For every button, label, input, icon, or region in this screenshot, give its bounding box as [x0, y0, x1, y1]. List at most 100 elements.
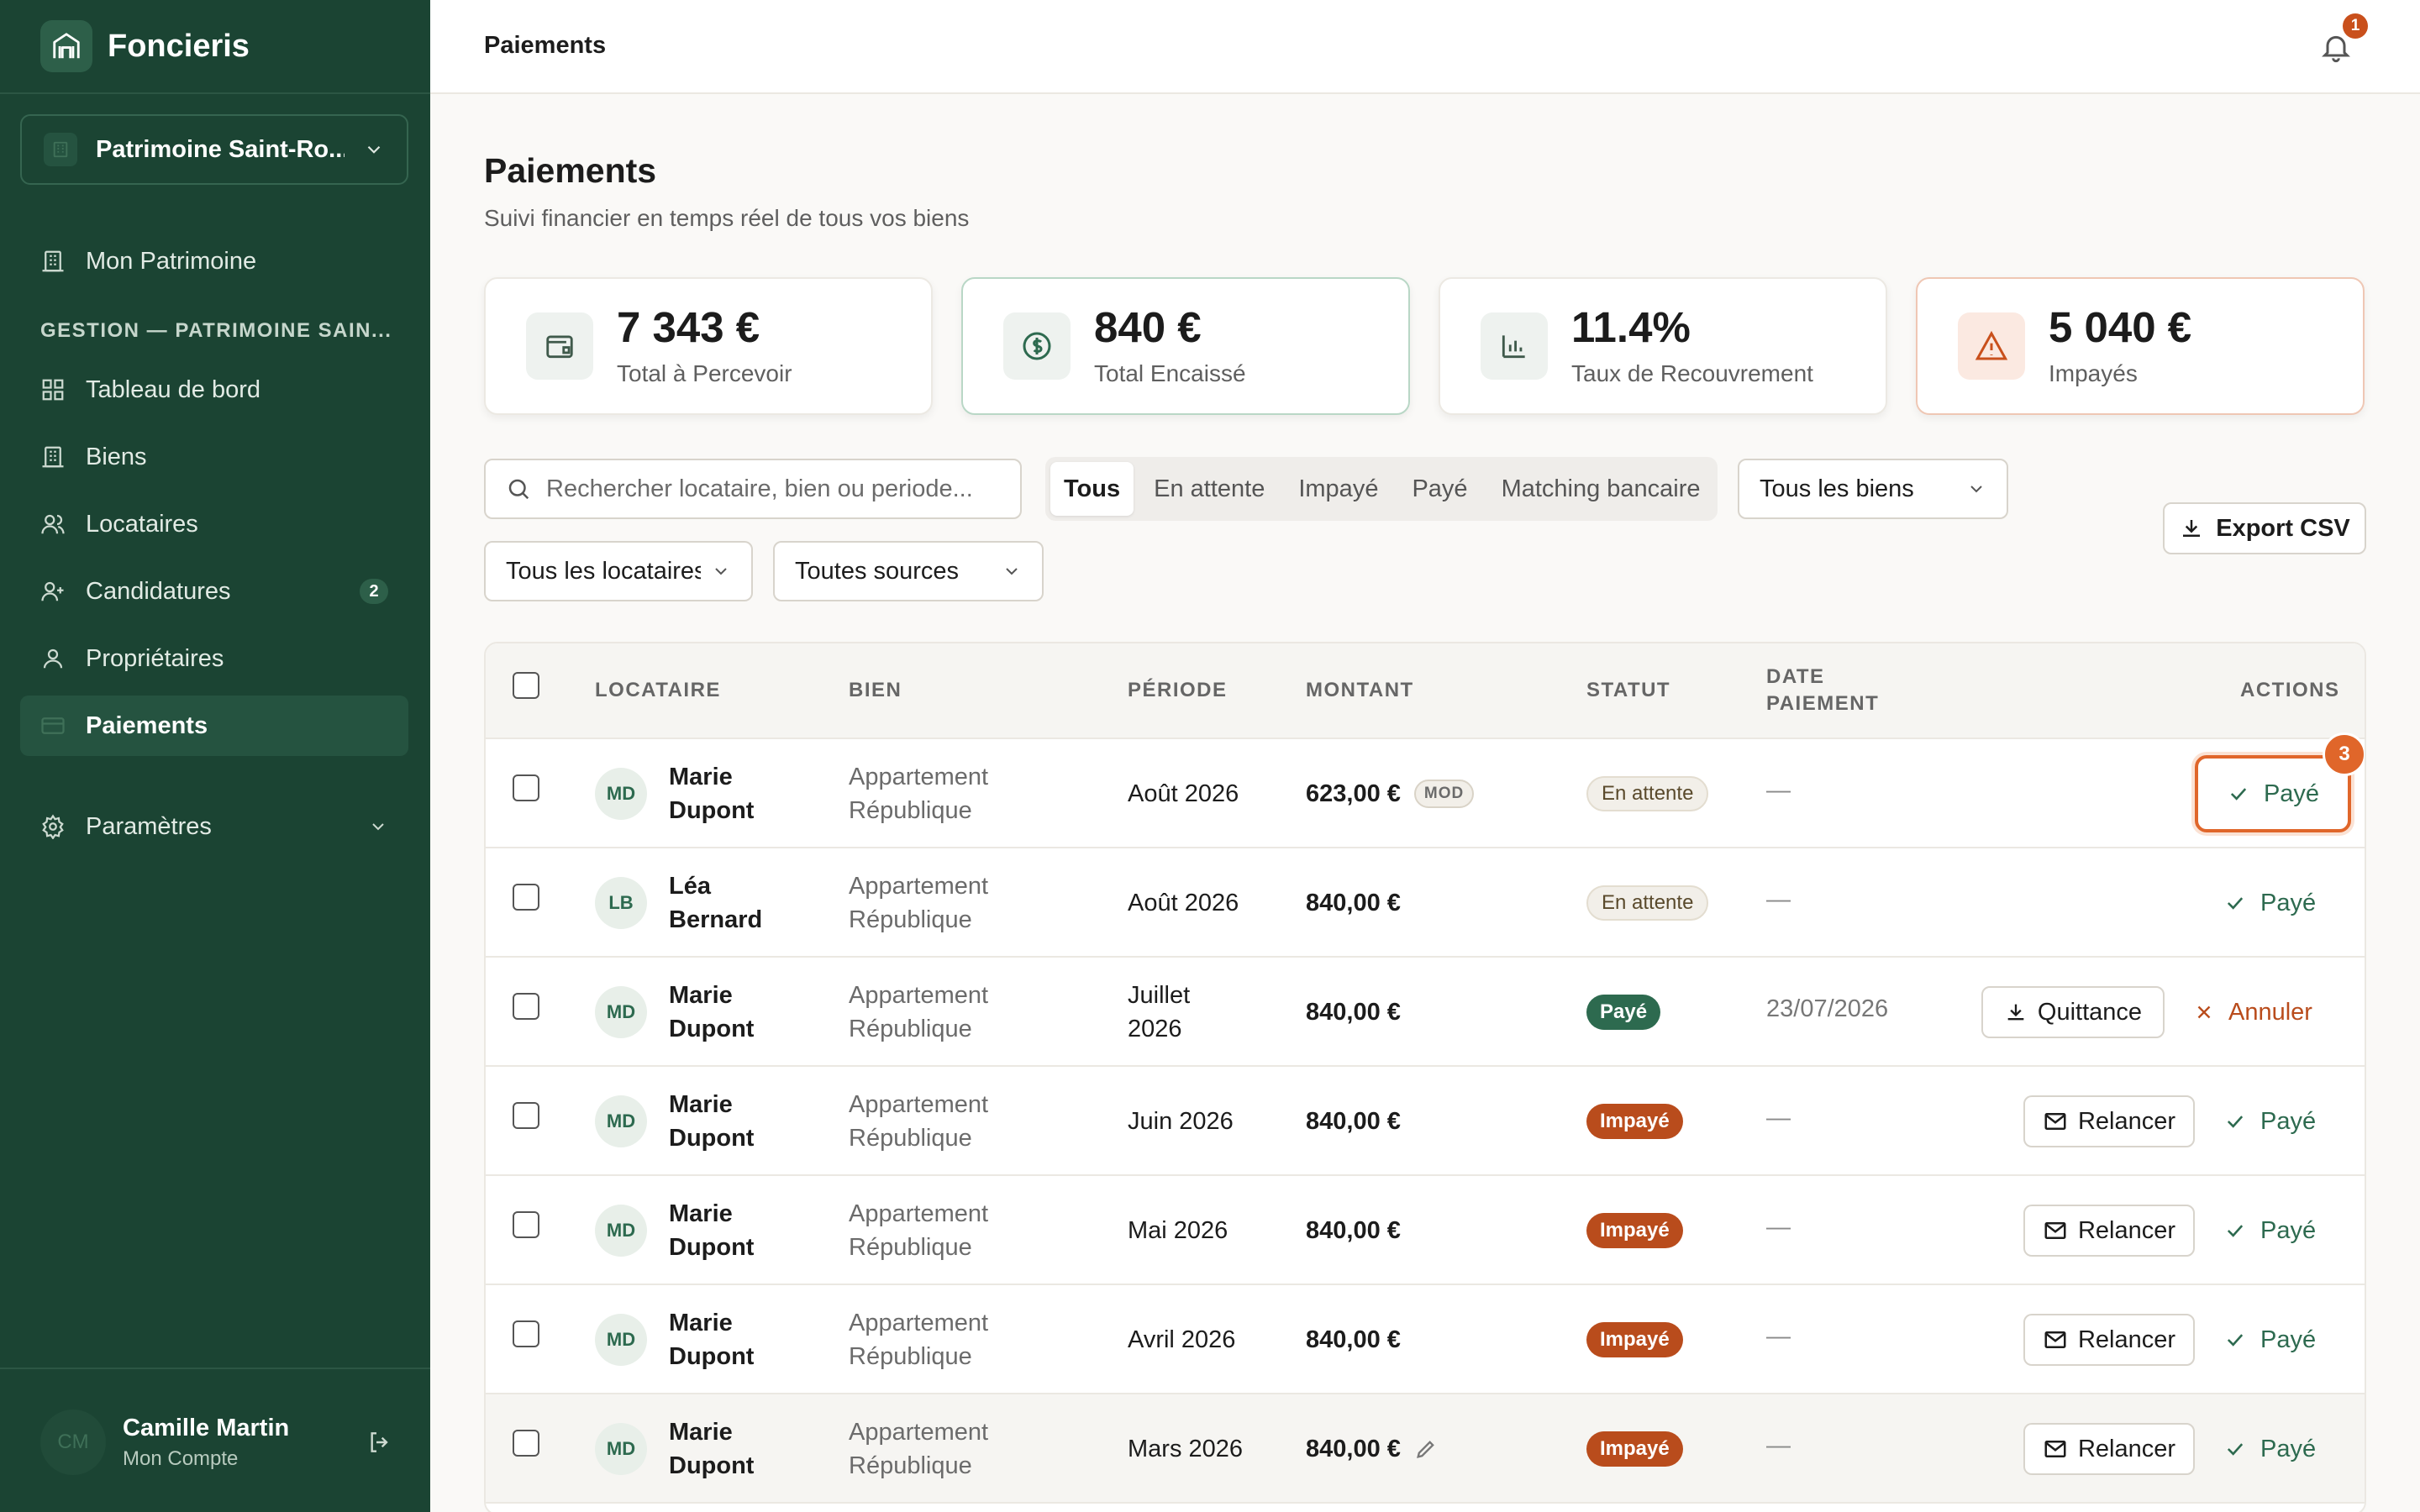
tenant-name[interactable]: Marie Dupont: [669, 1306, 786, 1373]
sidebar-item-proprietaires[interactable]: Propriétaires: [20, 628, 408, 689]
relancer-button[interactable]: Relancer: [2023, 1095, 2195, 1147]
tenant-name[interactable]: Marie Dupont: [669, 760, 786, 827]
sidebar: Foncieris Patrimoine Saint-Ro... Mon Pat…: [0, 0, 430, 1512]
row-checkbox[interactable]: [513, 1211, 539, 1238]
stat-label: Impayés: [2049, 360, 2138, 386]
payment-date: —: [1766, 777, 1791, 804]
status-badge: Impayé: [1586, 1213, 1683, 1248]
mail-icon: [2044, 1113, 2066, 1130]
row-checkbox[interactable]: [513, 1430, 539, 1457]
row-checkbox[interactable]: [513, 993, 539, 1020]
export-csv-button[interactable]: Export CSV: [2163, 502, 2366, 554]
search-input[interactable]: [546, 475, 1000, 503]
tenant-name[interactable]: Marie Dupont: [669, 1197, 786, 1264]
bar-chart-icon: [1481, 312, 1548, 380]
mark-paid-button[interactable]: Payé: [2223, 877, 2316, 929]
sidebar-divider: [0, 92, 430, 94]
avatar: MD: [595, 1095, 647, 1147]
relancer-button[interactable]: Relancer: [2023, 1205, 2195, 1257]
avatar: MD: [595, 768, 647, 820]
row-checkbox[interactable]: [513, 884, 539, 911]
tenant-name[interactable]: Marie Dupont: [669, 1088, 786, 1155]
property-name: Appartement République: [849, 764, 989, 824]
row-checkbox[interactable]: [513, 1102, 539, 1129]
gear-icon: [40, 814, 66, 839]
page-subtitle: Suivi financier en temps réel de tous vo…: [484, 205, 970, 231]
property-name: Appartement République: [849, 873, 989, 933]
header-date: DATE: [1766, 665, 1825, 688]
locataires-filter-select[interactable]: Tous les locataires: [484, 541, 753, 601]
tab-en-attente[interactable]: En attente: [1140, 462, 1278, 516]
period: Juillet 2026: [1128, 982, 1191, 1042]
stat-card-taux-recouvrement: 11.4% Taux de Recouvrement: [1439, 277, 1887, 415]
table-row: MD Marie Dupont Appartement République Mar…: [486, 1394, 2365, 1504]
mark-paid-button[interactable]: Payé: [2223, 1205, 2316, 1257]
select-value: Tous les locataires: [506, 557, 701, 585]
sidebar-item-label: Propriétaires: [86, 644, 224, 672]
property-name: Appartement République: [849, 1091, 989, 1152]
sidebar-item-label: Mon Patrimoine: [86, 247, 257, 275]
building-icon: [40, 249, 66, 274]
edit-pencil-icon[interactable]: [1414, 1437, 1438, 1461]
workspace-selector[interactable]: Patrimoine Saint-Ro...: [20, 114, 408, 185]
tab-tous[interactable]: Tous: [1050, 462, 1134, 516]
search-box[interactable]: [484, 459, 1022, 519]
sidebar-item-mon-patrimoine[interactable]: Mon Patrimoine: [20, 231, 408, 291]
brand[interactable]: Foncieris: [40, 20, 250, 72]
tenant-name[interactable]: Marie Dupont: [669, 1415, 786, 1483]
cancel-payment-button[interactable]: Annuler: [2193, 986, 2312, 1038]
header-actions: ACTIONS: [2240, 679, 2340, 701]
stat-card-total-a-percevoir: 7 343 € Total à Percevoir: [484, 277, 933, 415]
sources-filter-select[interactable]: Toutes sources: [773, 541, 1044, 601]
section-label: GESTION — PATRIMOINE SAIN...: [40, 319, 392, 342]
status-badge: Impayé: [1586, 1431, 1683, 1467]
dollar-circle-icon: [1003, 312, 1071, 380]
payment-date: —: [1766, 1432, 1791, 1459]
stat-value: 5 040 €: [2049, 302, 2192, 351]
header-bien: BIEN: [849, 679, 902, 701]
sidebar-item-paiements[interactable]: Paiements: [20, 696, 408, 756]
tenant-name[interactable]: Léa Bernard: [669, 869, 786, 937]
header-statut: STATUT: [1586, 679, 1671, 701]
sidebar-item-biens[interactable]: Biens: [20, 427, 408, 487]
user-account[interactable]: CM Camille Martin Mon Compte: [40, 1404, 393, 1480]
sidebar-item-candidatures[interactable]: Candidatures 2: [20, 561, 408, 622]
card-icon: [40, 713, 66, 738]
mark-paid-button[interactable]: Payé: [2223, 1095, 2316, 1147]
property-name: Appartement République: [849, 1419, 989, 1479]
stat-value: 11.4%: [1571, 302, 1691, 351]
workspace-name: Patrimoine Saint-Ro...: [96, 135, 345, 163]
stat-value: 840 €: [1094, 302, 1202, 351]
export-label: Export CSV: [2216, 514, 2350, 542]
relancer-button[interactable]: Relancer: [2023, 1314, 2195, 1366]
mark-paid-button[interactable]: Payé: [2223, 1314, 2316, 1366]
chevron-down-icon: [715, 568, 727, 575]
relancer-button[interactable]: Relancer: [2023, 1423, 2195, 1475]
tab-paye[interactable]: Payé: [1398, 462, 1481, 516]
stat-card-total-encaisse: 840 € Total Encaissé: [961, 277, 1410, 415]
row-checkbox[interactable]: [513, 774, 539, 801]
avatar: LB: [595, 877, 647, 929]
row-checkbox[interactable]: [513, 1320, 539, 1347]
property-name: Appartement République: [849, 982, 989, 1042]
logout-icon[interactable]: [366, 1429, 393, 1456]
select-all-checkbox[interactable]: [513, 672, 539, 699]
avatar: MD: [595, 986, 647, 1038]
check-icon: [2227, 1116, 2244, 1128]
sidebar-item-parametres[interactable]: Paramètres: [20, 796, 408, 857]
sidebar-item-label: Tableau de bord: [86, 375, 260, 403]
status-badge: En attente: [1586, 776, 1709, 811]
tab-matching-bancaire[interactable]: Matching bancaire: [1488, 462, 1714, 516]
avatar: MD: [595, 1314, 647, 1366]
sidebar-item-locataires[interactable]: Locataires: [20, 494, 408, 554]
tenant-name[interactable]: Marie Dupont: [669, 979, 786, 1046]
sidebar-item-label: Paiements: [86, 711, 208, 739]
mark-paid-button[interactable]: Payé: [2223, 1423, 2316, 1475]
sidebar-item-tableau-de-bord[interactable]: Tableau de bord: [20, 360, 408, 420]
quittance-button[interactable]: Quittance: [1981, 986, 2165, 1038]
biens-filter-select[interactable]: Tous les biens: [1738, 459, 2008, 519]
chevron-down-icon: [1006, 568, 1018, 575]
avatar: CM: [40, 1410, 106, 1475]
header-paiement: PAIEMENT: [1766, 692, 1880, 715]
tab-impaye[interactable]: Impayé: [1285, 462, 1392, 516]
